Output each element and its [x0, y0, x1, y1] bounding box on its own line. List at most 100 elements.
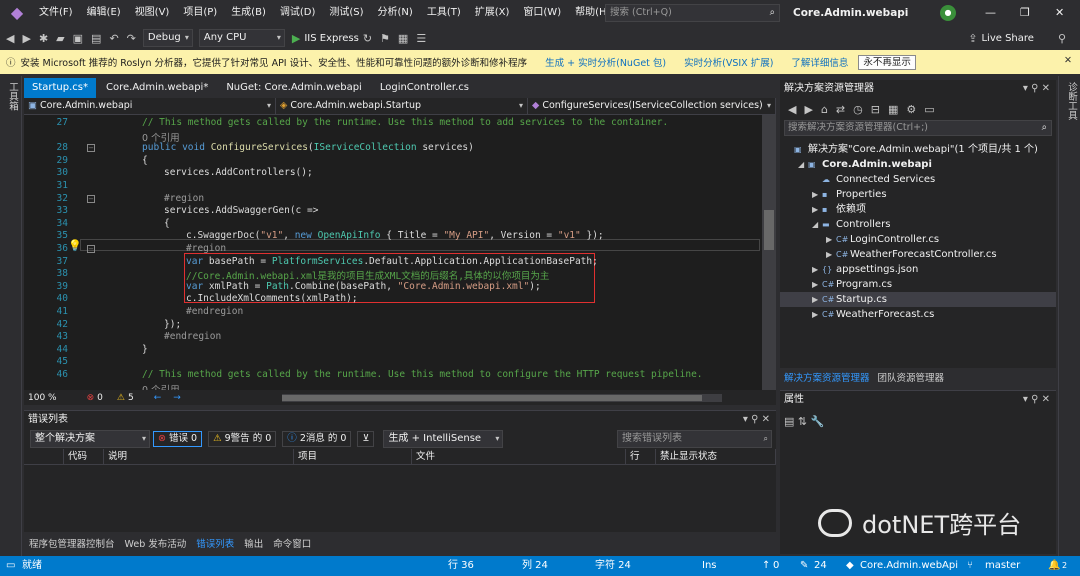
tree-item[interactable]: ▶ C# Program.cs [812, 277, 892, 292]
menu-item[interactable]: 项目(P) [176, 0, 224, 26]
status-repo[interactable]: Core.Admin.webApi [860, 556, 958, 576]
arrow-up-icon[interactable]: ↑ [762, 556, 770, 576]
expand-toggle-icon[interactable]: ▶ [812, 277, 822, 292]
errors-filter-button[interactable]: ⊗ 错误 0 [153, 431, 203, 447]
categorized-icon[interactable]: ▤ [784, 415, 794, 428]
document-tab[interactable]: LoginController.cs [372, 78, 477, 98]
save-icon[interactable]: ▣ [73, 32, 83, 45]
expand-toggle-icon[interactable]: ◢ [798, 157, 808, 172]
menu-item[interactable]: 工具(T) [420, 0, 468, 26]
redo-icon[interactable]: ↷ [127, 32, 136, 45]
expand-toggle-icon[interactable]: ◢ [812, 217, 822, 232]
menu-item[interactable]: 分析(N) [371, 0, 420, 26]
comment-icon[interactable]: ☰ [416, 32, 426, 45]
tree-item[interactable]: ▣ 解决方案"Core.Admin.webapi"(1 个项目/共 1 个) [784, 142, 1038, 157]
collapse-icon[interactable]: ⊟ [871, 103, 880, 116]
show-all-icon[interactable]: ▦ [888, 103, 898, 116]
bell-icon[interactable]: 🔔 [1048, 556, 1060, 576]
arrow-left-icon[interactable]: ← [154, 393, 162, 403]
sync-icon[interactable]: ⇄ [836, 103, 845, 116]
tree-item[interactable]: ▶ C# WeatherForecast.cs [812, 307, 934, 322]
search-box[interactable]: 搜索 (Ctrl+Q) ⌕ [605, 4, 780, 22]
forward-icon[interactable]: ▶ [22, 32, 30, 45]
bookmark-icon[interactable]: ⚑ [380, 32, 390, 45]
info-link-vsix[interactable]: 实时分析(VSIX 扩展) [684, 55, 773, 69]
close-icon[interactable]: ✕ [1064, 55, 1072, 66]
open-icon[interactable]: ▰ [56, 32, 64, 45]
menu-item[interactable]: 视图(V) [128, 0, 177, 26]
platform-dropdown[interactable]: Any CPU ▾ [198, 29, 285, 47]
scrollbar-thumb[interactable] [764, 210, 774, 250]
member-dropdown[interactable]: ◆ ConfigureServices(IServiceCollection s… [528, 98, 776, 114]
avatar[interactable]: ● [940, 5, 956, 21]
repo-icon[interactable]: ◆ [846, 556, 854, 576]
expand-toggle-icon[interactable]: ▶ [826, 247, 836, 262]
tree-item[interactable]: ☁ Connected Services [812, 172, 935, 187]
run-button[interactable]: IIS Express [304, 33, 358, 44]
refresh-icon[interactable]: ↻ [363, 32, 372, 45]
expand-toggle-icon[interactable]: ▶ [812, 307, 822, 322]
branch-icon[interactable]: ⑂ [967, 556, 973, 576]
new-item-icon[interactable]: ✱ [39, 32, 48, 45]
horizontal-scrollbar[interactable] [282, 394, 722, 402]
error-column-header[interactable]: 行 [626, 449, 656, 464]
menu-item[interactable]: 文件(F) [32, 0, 80, 26]
solution-tab[interactable]: 团队资源管理器 [874, 370, 949, 384]
filter-icon[interactable]: ⊻ [357, 431, 375, 447]
document-tab[interactable]: Core.Admin.webapi* [98, 78, 216, 98]
arrow-right-icon[interactable]: → [173, 393, 181, 403]
solution-search-input[interactable]: 搜索解决方案资源管理器(Ctrl+;) ⌕ [784, 120, 1052, 136]
warnings-filter-button[interactable]: ⚠ 9警告 的 0 [208, 431, 277, 447]
never-show-button[interactable]: 永不再显示 [858, 54, 916, 70]
expand-toggle-icon[interactable]: ▶ [812, 262, 822, 277]
history-icon[interactable]: ◷ [853, 103, 863, 116]
info-link-learn-more[interactable]: 了解详细信息 [791, 55, 848, 69]
error-column-header[interactable]: 项目 [294, 449, 412, 464]
project-dropdown[interactable]: ▣ Core.Admin.webapi ▾ [24, 98, 276, 114]
back-icon[interactable]: ◀ [6, 32, 14, 45]
config-dropdown[interactable]: Debug ▾ [142, 29, 193, 47]
tree-item[interactable]: ▶ ▪ Properties [812, 187, 887, 202]
menu-item[interactable]: 调试(D) [273, 0, 323, 26]
maximize-icon[interactable]: ❐ [1020, 0, 1030, 26]
menu-item[interactable]: 窗口(W) [516, 0, 568, 26]
preview-icon[interactable]: ▭ [924, 103, 934, 116]
toolbox-tab[interactable]: 工具箱 [5, 82, 19, 111]
expand-toggle-icon[interactable]: ▶ [826, 232, 836, 247]
build-dropdown[interactable]: 生成 + IntelliSense ▾ [383, 430, 504, 448]
info-link-nuget[interactable]: 生成 + 实时分析(NuGet 包) [545, 55, 666, 69]
panel-controls[interactable]: ▾ ⚲ ✕ [1023, 80, 1050, 98]
undo-icon[interactable]: ↶ [109, 32, 118, 45]
menu-item[interactable]: 生成(B) [224, 0, 273, 26]
save-all-icon[interactable]: ▤ [91, 32, 101, 45]
diagnostics-tab[interactable]: 诊断工具 [1064, 82, 1078, 120]
menu-item[interactable]: 测试(S) [322, 0, 370, 26]
wrench-icon[interactable]: 🔧 [811, 415, 825, 428]
play-icon[interactable]: ▶ [292, 32, 300, 45]
error-search-input[interactable]: 搜索错误列表 ⌕ [617, 430, 772, 448]
bottom-tab[interactable]: 输出 [239, 536, 268, 550]
bottom-tab[interactable]: Web 发布活动 [120, 536, 192, 550]
bottom-tab[interactable]: 错误列表 [191, 536, 239, 550]
back-icon[interactable]: ◀ [788, 103, 796, 116]
live-share-icon[interactable]: ⇪ [968, 32, 977, 45]
tree-item[interactable]: ▶ C# Startup.cs [780, 292, 1056, 307]
document-tab[interactable]: Startup.cs* [24, 78, 97, 98]
close-icon[interactable]: ✕ [1055, 0, 1064, 26]
live-share-button[interactable]: Live Share [981, 33, 1033, 44]
forward-icon[interactable]: ▶ [804, 103, 812, 116]
messages-filter-button[interactable]: ⓘ 2消息 的 0 [282, 431, 352, 447]
tree-item[interactable]: ▶ ▪ 依赖项 [812, 202, 866, 217]
tree-item[interactable]: ▶{} appsettings.json [812, 262, 918, 277]
tree-item[interactable]: ▶ C# LoginController.cs [826, 232, 939, 247]
pin-icon[interactable]: ⚲ [1058, 32, 1066, 45]
minimize-icon[interactable]: — [985, 0, 996, 26]
fold-toggle-icon[interactable]: − [87, 194, 95, 203]
expand-toggle-icon[interactable]: ▶ [812, 292, 822, 307]
layout-icon[interactable]: ▦ [398, 32, 408, 45]
scrollbar-thumb[interactable] [282, 395, 702, 401]
fold-toggle-icon[interactable]: − [87, 245, 95, 253]
error-column-header[interactable]: 文件 [412, 449, 626, 464]
bottom-tab[interactable]: 程序包管理器控制台 [24, 536, 120, 550]
document-tab[interactable]: NuGet: Core.Admin.webapi [218, 78, 370, 98]
